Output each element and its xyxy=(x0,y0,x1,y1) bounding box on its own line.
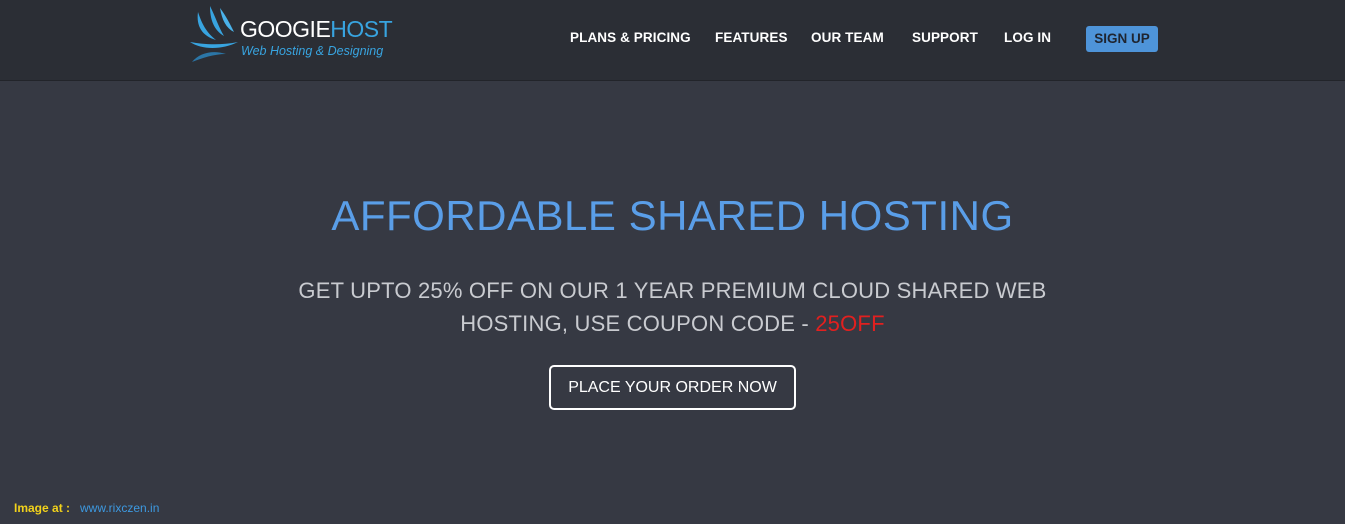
coupon-code: 25OFF xyxy=(815,311,885,336)
nav-our-team[interactable]: OUR TEAM xyxy=(811,30,884,45)
hero-subtitle-line2: HOSTING, USE COUPON CODE - xyxy=(460,311,816,336)
hero-subtitle-line2-wrap: HOSTING, USE COUPON CODE - 25OFF xyxy=(0,307,1345,340)
hero-title: AFFORDABLE SHARED HOSTING xyxy=(331,192,1014,239)
hero-subtitle-line1: GET UPTO 25% OFF ON OUR 1 YEAR PREMIUM C… xyxy=(298,278,1047,303)
credit-label: Image at : xyxy=(14,501,71,515)
logo-wordmark-part2: HOST xyxy=(330,16,393,42)
image-credit: Image at : www.rixczen.in xyxy=(14,501,159,515)
credit-url: www.rixczen.in xyxy=(80,501,160,515)
top-navbar: GOOGIEHOST Web Hosting & Designing PLANS… xyxy=(0,0,1345,81)
nav-support[interactable]: SUPPORT xyxy=(912,30,978,45)
nav-features[interactable]: FEATURES xyxy=(715,30,788,45)
signup-button[interactable]: SIGN UP xyxy=(1086,26,1158,52)
logo-wordmark-part1: GOOGIE xyxy=(240,16,331,42)
logo-wordmark: GOOGIEHOST xyxy=(240,16,393,43)
hero-subtitle: GET UPTO 25% OFF ON OUR 1 YEAR PREMIUM C… xyxy=(0,274,1345,340)
googiehost-logo-icon xyxy=(190,6,238,62)
logo-tagline: Web Hosting & Designing xyxy=(241,44,384,58)
nav-plans-pricing[interactable]: PLANS & PRICING xyxy=(570,30,691,45)
nav-log-in[interactable]: LOG IN xyxy=(1004,30,1051,45)
site-logo[interactable]: GOOGIEHOST Web Hosting & Designing xyxy=(188,4,403,70)
place-order-button[interactable]: PLACE YOUR ORDER NOW xyxy=(549,365,796,410)
